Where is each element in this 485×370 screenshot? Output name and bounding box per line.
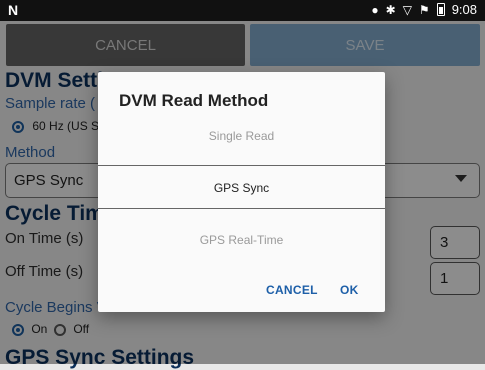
dialog-title: DVM Read Method — [119, 91, 269, 110]
gps-icon: ⚑ — [418, 2, 430, 17]
option-gps-sync[interactable]: GPS Sync — [98, 181, 385, 195]
selection-divider-bottom — [98, 208, 385, 209]
app-logo: N — [8, 2, 19, 18]
dialog-cancel-button[interactable]: CANCEL — [266, 283, 318, 297]
wifi-icon: ▽ — [402, 2, 412, 17]
dialog-ok-button[interactable]: OK — [340, 283, 359, 297]
option-single-read[interactable]: Single Read — [98, 129, 385, 143]
bluetooth-icon: ✱ — [385, 2, 396, 17]
selection-divider-top — [98, 165, 385, 166]
status-time: 9:08 — [451, 2, 477, 17]
battery-icon — [436, 3, 445, 16]
option-gps-real-time[interactable]: GPS Real-Time — [98, 233, 385, 247]
location-icon: ● — [371, 2, 379, 17]
status-bar: N ● ✱ ▽ ⚑ 9:08 — [0, 0, 485, 21]
status-icons: ● ✱ ▽ ⚑ 9:08 — [371, 2, 477, 17]
dvm-read-method-dialog: DVM Read Method Single Read GPS Sync GPS… — [98, 72, 385, 312]
